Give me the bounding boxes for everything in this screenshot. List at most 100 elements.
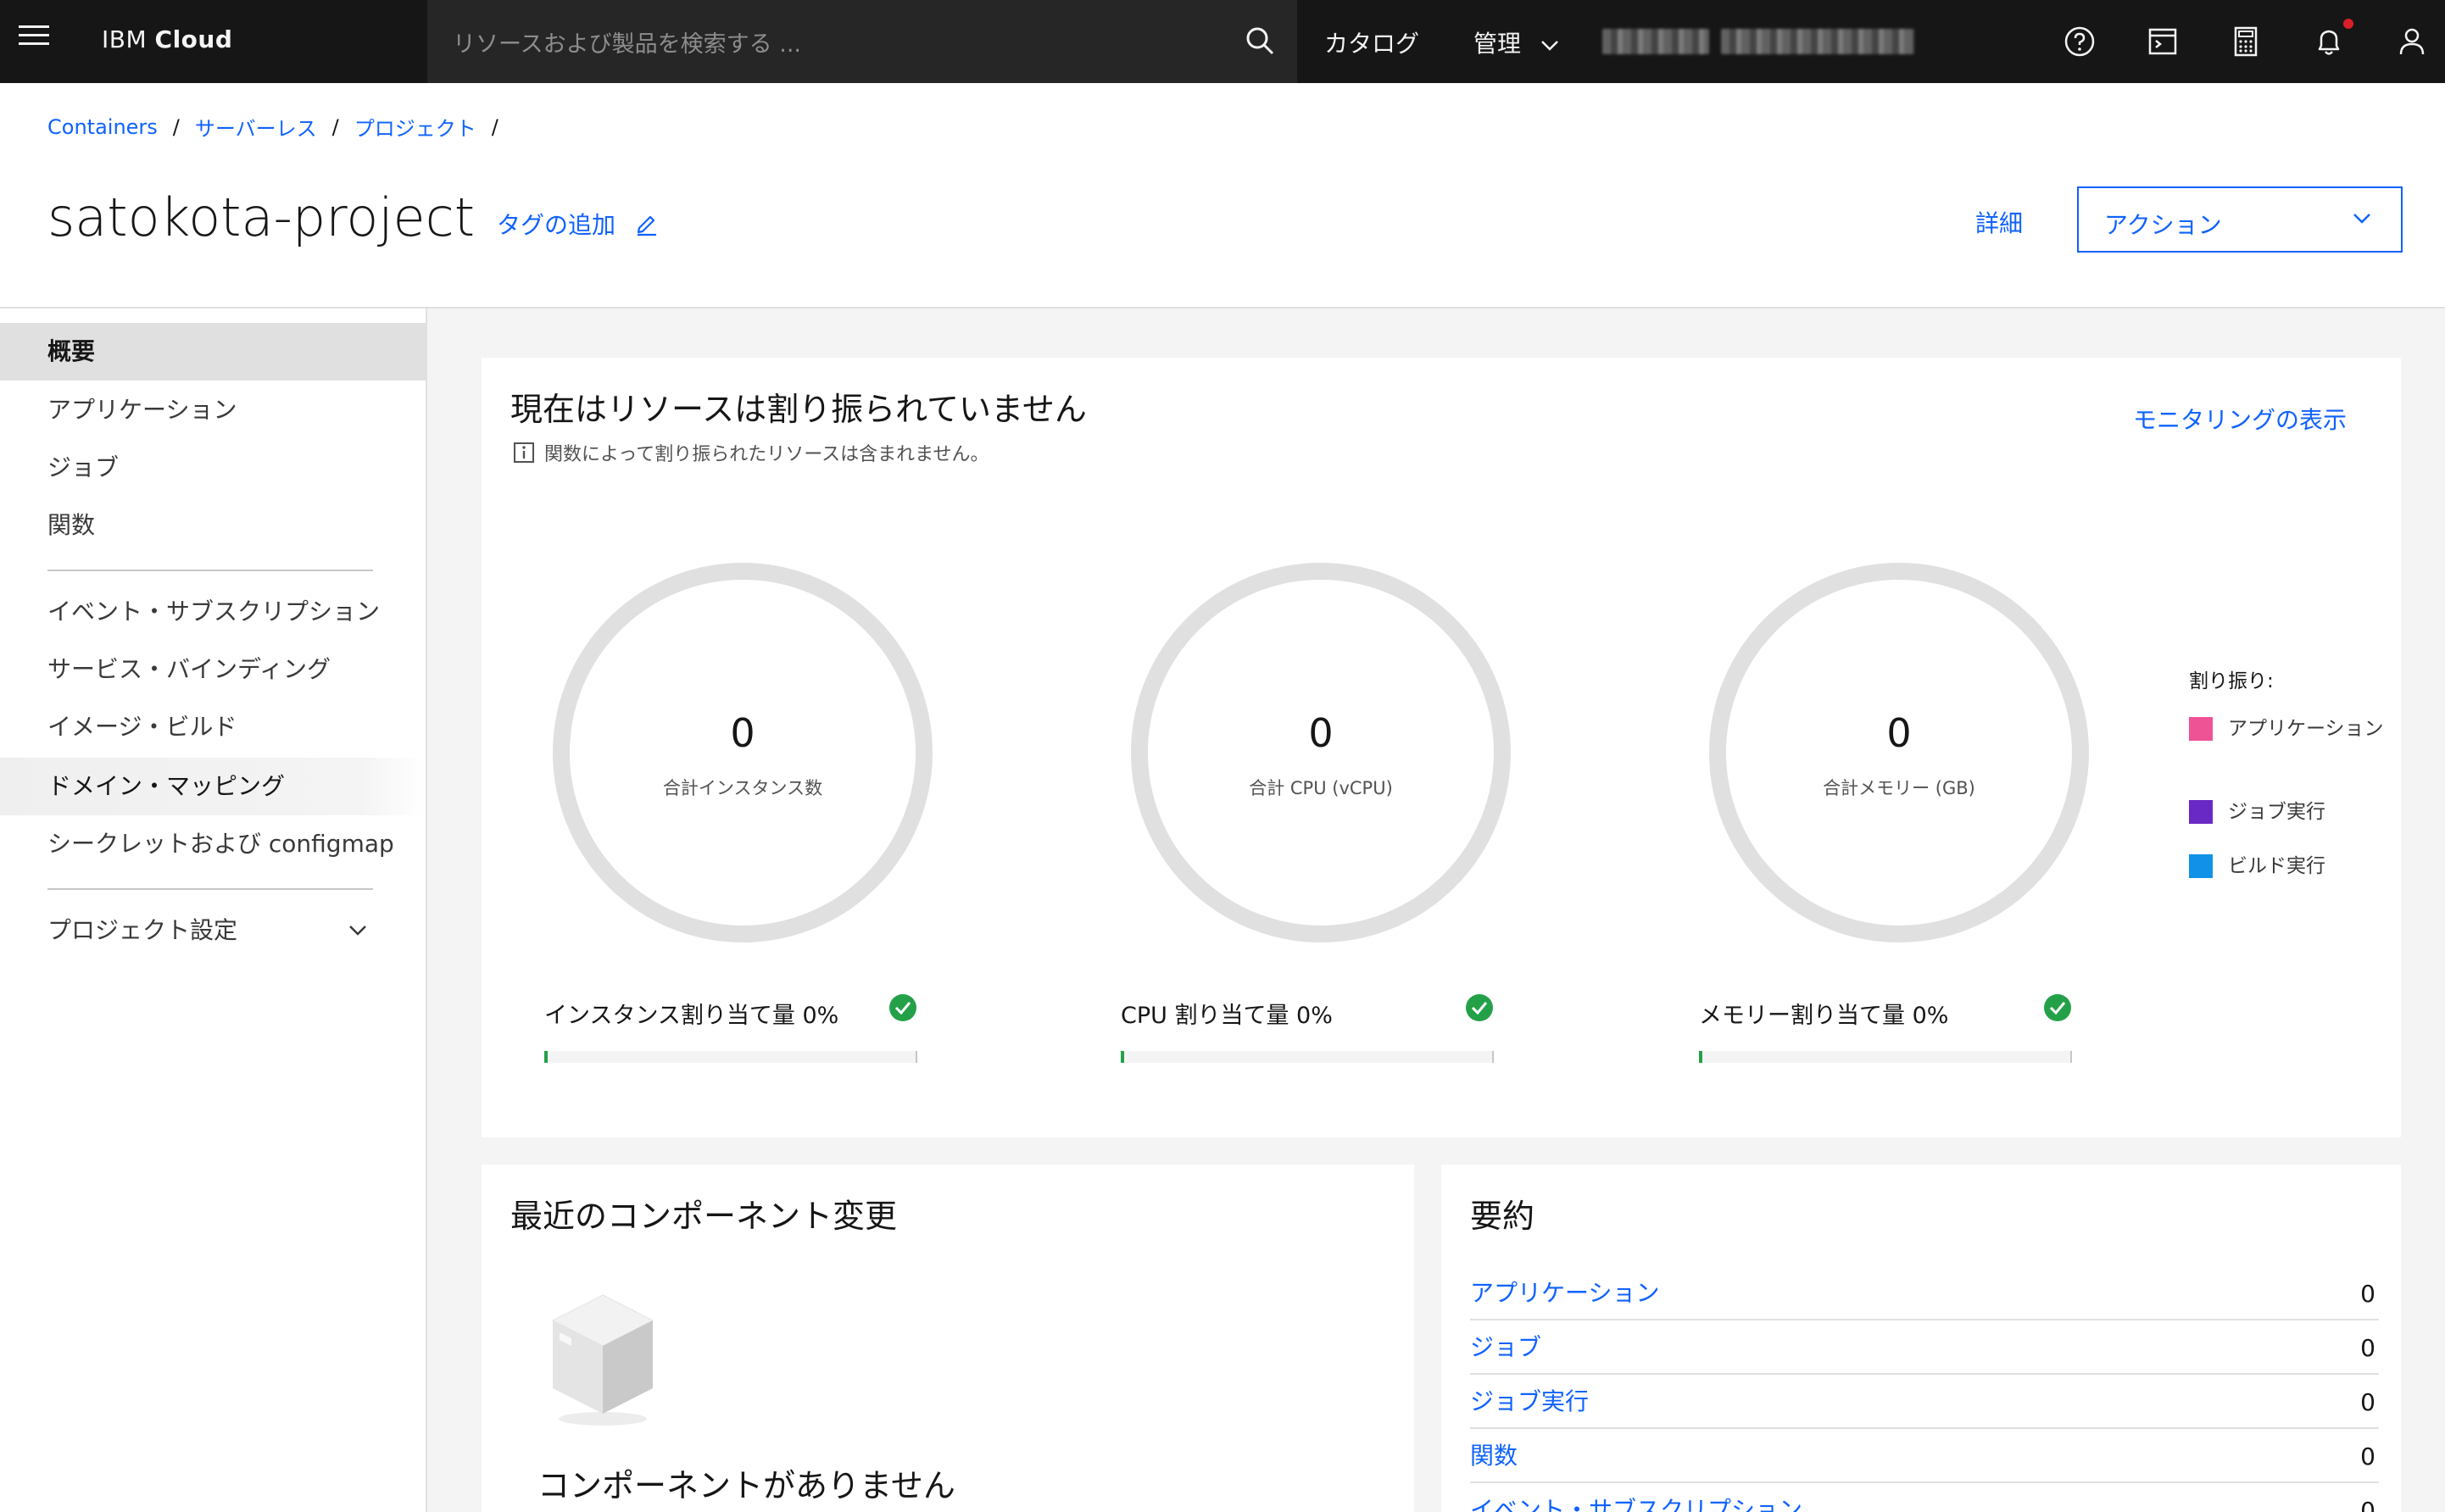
quota-progress-fill — [544, 1051, 548, 1063]
info-icon — [514, 442, 534, 463]
calculator-icon[interactable] — [2226, 22, 2265, 61]
gauge-value: 0 — [730, 710, 755, 756]
actions-label: アクション — [2104, 211, 2222, 239]
quota-progress-fill — [1121, 1051, 1124, 1063]
summary-row-job-runs: ジョブ実行 0 — [1470, 1375, 2379, 1429]
actions-dropdown[interactable]: アクション — [2077, 186, 2403, 253]
summary-count: 0 — [2360, 1280, 2375, 1308]
legend-swatch — [2189, 800, 2213, 824]
recent-changes-title: 最近のコンポーネント変更 — [510, 1198, 898, 1235]
search-bar[interactable]: リソースおよび製品を検索する ... — [427, 0, 1297, 83]
search-icon[interactable] — [1243, 24, 1277, 58]
brand-name: Cloud — [154, 25, 233, 53]
notification-bell-icon[interactable] — [2309, 22, 2348, 61]
sidebar-item-image-builds[interactable]: イメージ・ビルド — [0, 698, 426, 756]
gauge-label: 合計メモリー (GB) — [1823, 778, 1975, 798]
legend-swatch — [2189, 717, 2213, 741]
sidebar-item-event-subscriptions[interactable]: イベント・サブスクリプション — [0, 583, 426, 641]
page-title: satokota-project — [47, 186, 476, 248]
sidebar-item-applications[interactable]: アプリケーション — [0, 381, 426, 439]
legend-title: 割り振り: — [2189, 670, 2274, 692]
legend-item-build-runs: ビルド実行 — [2189, 853, 2325, 880]
breadcrumb: Containers / サーバーレス / プロジェクト / — [47, 112, 498, 142]
summary-title: 要約 — [1470, 1198, 1535, 1235]
catalog-link[interactable]: カタログ — [1324, 25, 1419, 59]
legend-item-job-runs: ジョブ実行 — [2189, 798, 2325, 825]
summary-count: 0 — [2360, 1497, 2375, 1512]
chevron-down-icon — [1541, 41, 1558, 51]
user-avatar-icon[interactable] — [2392, 22, 2431, 61]
page-header: Containers / サーバーレス / プロジェクト / satokota-… — [0, 83, 2445, 309]
help-icon[interactable] — [2060, 22, 2099, 61]
top-navigation-bar: IBM Cloud リソースおよび製品を検索する ... カタログ 管理 — [0, 0, 2445, 83]
summary-count: 0 — [2360, 1388, 2375, 1416]
manage-menu[interactable]: 管理 — [1473, 25, 1559, 59]
cpu-gauge: 0 合計 CPU (vCPU) — [1131, 563, 1511, 942]
checkmark-success-icon — [1466, 994, 1493, 1021]
breadcrumb-containers[interactable]: Containers — [47, 115, 158, 139]
sidebar: 概要 アプリケーション ジョブ 関数 イベント・サブスクリプション サービス・バ… — [0, 309, 427, 1512]
summary-link[interactable]: イベント・サブスクリプション — [1470, 1492, 1802, 1512]
account-name-redacted[interactable] — [1602, 29, 1709, 54]
quota-progress-bar — [1699, 1051, 2072, 1063]
sidebar-item-jobs[interactable]: ジョブ — [0, 439, 426, 497]
gauge-label: 合計インスタンス数 — [662, 778, 823, 798]
quota-progress-fill — [1699, 1051, 1702, 1063]
chevron-down-icon — [2353, 214, 2370, 224]
summary-link[interactable]: ジョブ — [1470, 1329, 1541, 1363]
sidebar-item-functions[interactable]: 関数 — [0, 497, 426, 554]
menu-icon[interactable] — [19, 25, 49, 58]
legend-item-applications: アプリケーション — [2189, 715, 2384, 742]
sidebar-item-secrets-configmaps[interactable]: シークレットおよび configmap — [0, 815, 426, 873]
legend-label: ビルド実行 — [2228, 855, 2325, 877]
cloud-shell-icon[interactable] — [2143, 22, 2182, 61]
add-tag-link[interactable]: タグの追加 — [497, 207, 660, 241]
quota-progress-bar — [544, 1051, 917, 1063]
breadcrumb-projects[interactable]: プロジェクト — [354, 112, 476, 142]
notification-badge — [2343, 19, 2353, 29]
breadcrumb-serverless[interactable]: サーバーレス — [195, 112, 317, 142]
empty-box-icon — [551, 1294, 654, 1426]
legend-swatch — [2189, 854, 2213, 878]
view-monitoring-link[interactable]: モニタリングの表示 — [2133, 402, 2347, 436]
brand-prefix: IBM — [102, 25, 148, 53]
edit-pencil-icon — [637, 215, 657, 236]
manage-label: 管理 — [1473, 30, 1522, 58]
search-input[interactable]: リソースおよび製品を検索する ... — [453, 25, 801, 58]
summary-row-applications: アプリケーション 0 — [1470, 1266, 2379, 1320]
add-tag-label: タグの追加 — [497, 211, 616, 239]
summary-row-jobs: ジョブ 0 — [1470, 1320, 2379, 1375]
summary-link[interactable]: 関数 — [1470, 1437, 1518, 1471]
quota-label: CPU 割り当て量 0% — [1121, 1003, 1333, 1029]
breadcrumb-separator: / — [491, 114, 498, 139]
details-link[interactable]: 詳細 — [1975, 205, 2023, 239]
sidebar-divider — [47, 888, 373, 890]
breadcrumb-separator: / — [331, 114, 339, 139]
summary-link[interactable]: ジョブ実行 — [1470, 1383, 1589, 1417]
gauge-value: 0 — [1886, 710, 1912, 756]
summary-row-functions: 関数 0 — [1470, 1429, 2379, 1483]
sidebar-item-overview[interactable]: 概要 — [0, 323, 426, 381]
summary-count: 0 — [2360, 1443, 2375, 1470]
brand-logo[interactable]: IBM Cloud — [102, 25, 232, 53]
sidebar-item-project-settings[interactable]: プロジェクト設定 — [0, 902, 426, 959]
resource-note-text: 関数によって割り振られたリソースは含まれません。 — [544, 444, 989, 465]
project-settings-label: プロジェクト設定 — [47, 916, 238, 944]
summary-row-event-subscriptions: イベント・サブスクリプション 0 — [1470, 1483, 2379, 1512]
resource-card-title: 現在はリソースは割り振られていません — [510, 391, 1087, 428]
sidebar-item-service-bindings[interactable]: サービス・バインディング — [0, 641, 426, 698]
chevron-down-icon — [349, 926, 366, 936]
quota-label: メモリー割り当て量 0% — [1699, 1003, 1949, 1029]
gauge-value: 0 — [1308, 710, 1334, 756]
resource-note: 関数によって割り振られたリソースは含まれません。 — [512, 439, 989, 466]
instances-gauge: 0 合計インスタンス数 — [553, 563, 933, 942]
memory-gauge: 0 合計メモリー (GB) — [1709, 563, 2089, 942]
quota-label: インスタンス割り当て量 0% — [544, 1003, 839, 1029]
checkmark-success-icon — [889, 994, 916, 1021]
summary-link[interactable]: アプリケーション — [1470, 1275, 1659, 1309]
account-id-redacted[interactable] — [1721, 29, 1914, 54]
legend-label: アプリケーション — [2228, 718, 2384, 740]
quota-progress-bar — [1121, 1051, 1494, 1063]
legend-label: ジョブ実行 — [2228, 801, 2325, 823]
sidebar-item-domain-mappings[interactable]: ドメイン・マッピング — [0, 758, 426, 815]
